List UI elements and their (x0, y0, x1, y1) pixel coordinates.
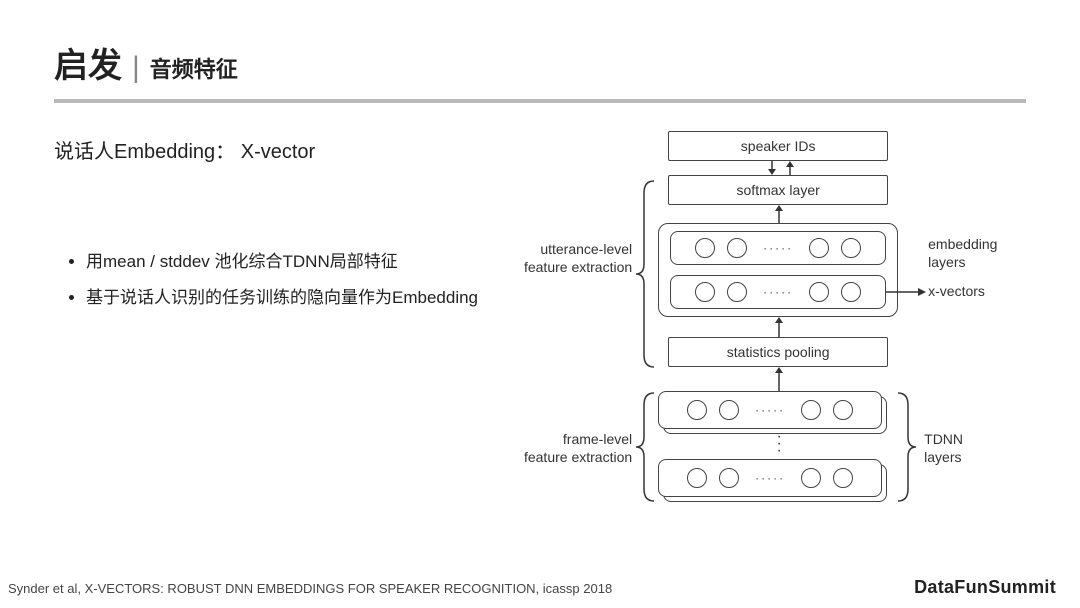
vdots-icon: ··· (774, 433, 784, 455)
utterance-level-label: utterance-level feature extraction (510, 241, 632, 276)
dots-icon: ····· (755, 403, 785, 417)
divider (54, 99, 1026, 103)
neuron-icon (801, 468, 821, 488)
arrow-up-icon (773, 205, 785, 223)
neuron-icon (695, 238, 715, 258)
brace-icon (896, 391, 916, 503)
diagram: speaker IDs softmax layer ····· (508, 131, 1026, 551)
body: 说话人Embedding： X-vector 用mean / stddev 池化… (54, 131, 1026, 551)
neuron-icon (833, 468, 853, 488)
neuron-icon (695, 282, 715, 302)
brace-icon (636, 179, 656, 369)
neuron-icon (687, 400, 707, 420)
arrow-up-icon (773, 317, 785, 337)
neuron-icon (719, 468, 739, 488)
tdnn-label: TDNN layers (924, 431, 963, 466)
tdnn-layer-row: ····· (658, 391, 882, 429)
neuron-icon (809, 282, 829, 302)
arrow-right-icon (886, 286, 926, 298)
subtitle: 说话人Embedding： X-vector (54, 135, 502, 164)
neuron-icon (687, 468, 707, 488)
dots-icon: ····· (763, 241, 793, 255)
bullet-list: 用mean / stddev 池化综合TDNN局部特征 基于说话人识别的任务训练… (54, 244, 502, 315)
neuron-icon (833, 400, 853, 420)
arrow-up-icon (784, 161, 796, 175)
title-row: 启发 | 音频特征 (54, 38, 1026, 87)
xvector-layer-row: ····· (670, 275, 886, 309)
arrow-down-icon (766, 161, 778, 175)
neuron-icon (801, 400, 821, 420)
neuron-icon (809, 238, 829, 258)
neuron-icon (841, 282, 861, 302)
title-separator: | (132, 51, 140, 85)
embedding-layers-label: embedding layers (928, 236, 997, 271)
stats-pooling-box: statistics pooling (668, 337, 888, 367)
title-main: 启发 (54, 38, 122, 87)
embedding-layer-row: ····· (670, 231, 886, 265)
xvectors-label: x-vectors (928, 283, 985, 301)
speaker-ids-box: speaker IDs (668, 131, 888, 161)
brand-label: DataFunSummit (914, 577, 1056, 598)
arrow-up-icon (773, 367, 785, 391)
dots-icon: ····· (755, 471, 785, 485)
bullet-item: 用mean / stddev 池化综合TDNN局部特征 (86, 244, 502, 280)
neuron-icon (841, 238, 861, 258)
softmax-label: softmax layer (737, 182, 820, 198)
neuron-icon (727, 238, 747, 258)
softmax-box: softmax layer (668, 175, 888, 205)
frame-level-label: frame-level feature extraction (510, 431, 632, 466)
stats-pooling-label: statistics pooling (727, 344, 830, 360)
speaker-ids-label: speaker IDs (741, 138, 816, 154)
neuron-icon (727, 282, 747, 302)
title-sub: 音频特征 (150, 52, 238, 84)
brace-icon (636, 391, 656, 503)
dots-icon: ····· (763, 285, 793, 299)
neuron-icon (719, 400, 739, 420)
tdnn-layer-row: ····· (658, 459, 882, 497)
citation-footer: Synder et al, X-VECTORS: ROBUST DNN EMBE… (8, 581, 612, 596)
bullet-item: 基于说话人识别的任务训练的隐向量作为Embedding (86, 280, 502, 316)
left-column: 说话人Embedding： X-vector 用mean / stddev 池化… (54, 131, 502, 551)
slide: 启发 | 音频特征 说话人Embedding： X-vector 用mean /… (0, 0, 1080, 608)
